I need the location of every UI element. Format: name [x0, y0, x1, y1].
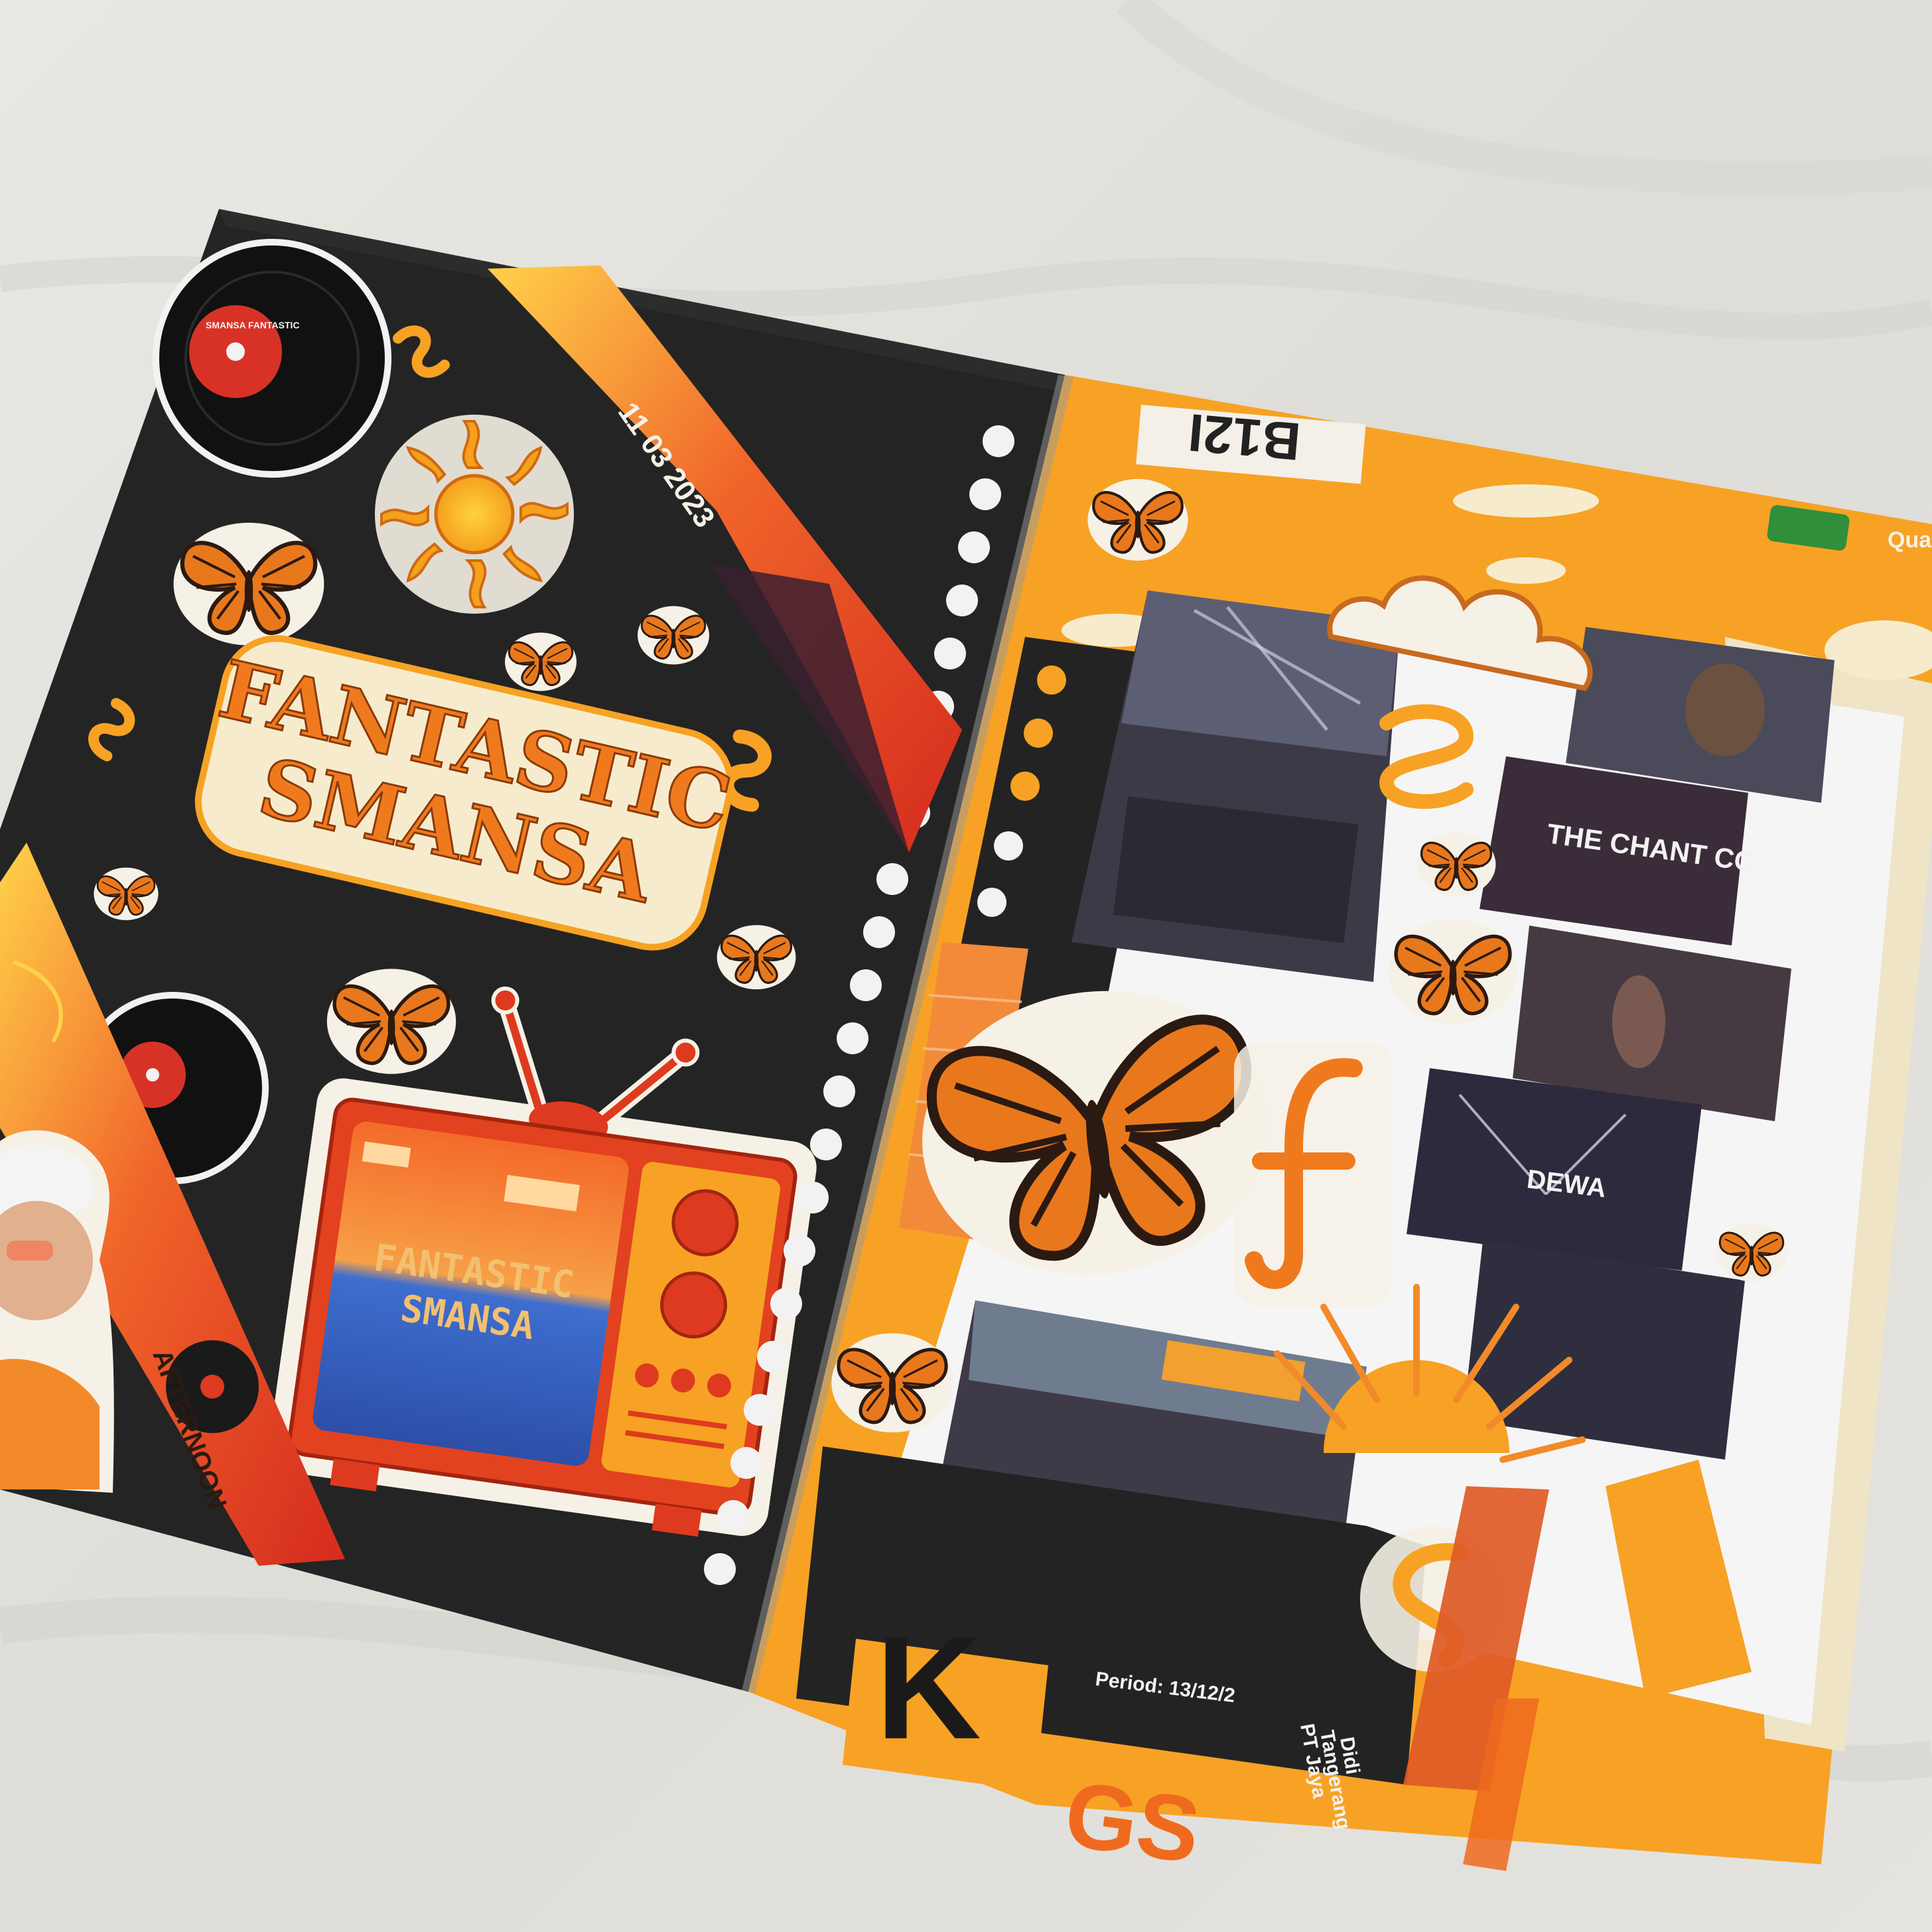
butterfly-sticker-4	[94, 867, 159, 920]
butterfly-sticker-3	[638, 606, 709, 665]
sun-sticker	[375, 415, 574, 614]
scrapbook-photo: SMANSA FANTASTIC FANTASTIC SMANSA FANTAS…	[0, 0, 1932, 1932]
butterfly-sticker-2	[505, 632, 577, 691]
butterfly-sticker-9	[1388, 919, 1518, 1024]
letter-f-sticker	[1234, 1042, 1393, 1307]
butterfly-sticker-5	[326, 969, 456, 1074]
person-cutout	[0, 1130, 114, 1493]
butterfly-sticker-6	[717, 925, 796, 990]
butterfly-sticker-11	[831, 1333, 953, 1433]
butterfly-sticker-10	[1716, 1223, 1787, 1282]
vinyl-record-top: SMANSA FANTASTIC	[153, 239, 391, 478]
butterfly-sticker-8	[1416, 832, 1496, 897]
bottom-orange-letters: GS	[1059, 1761, 1206, 1883]
butterfly-sticker-7	[1087, 478, 1188, 561]
record-label-text: SMANSA FANTASTIC	[206, 320, 300, 330]
top-label-text: B12I	[1186, 403, 1303, 471]
corner-text: Qua	[1888, 527, 1932, 553]
photo-canvas: SMANSA FANTASTIC FANTASTIC SMANSA FANTAS…	[0, 0, 1932, 1932]
butterfly-sticker-1	[173, 522, 324, 646]
bottom-big-letter: K	[876, 1606, 981, 1769]
